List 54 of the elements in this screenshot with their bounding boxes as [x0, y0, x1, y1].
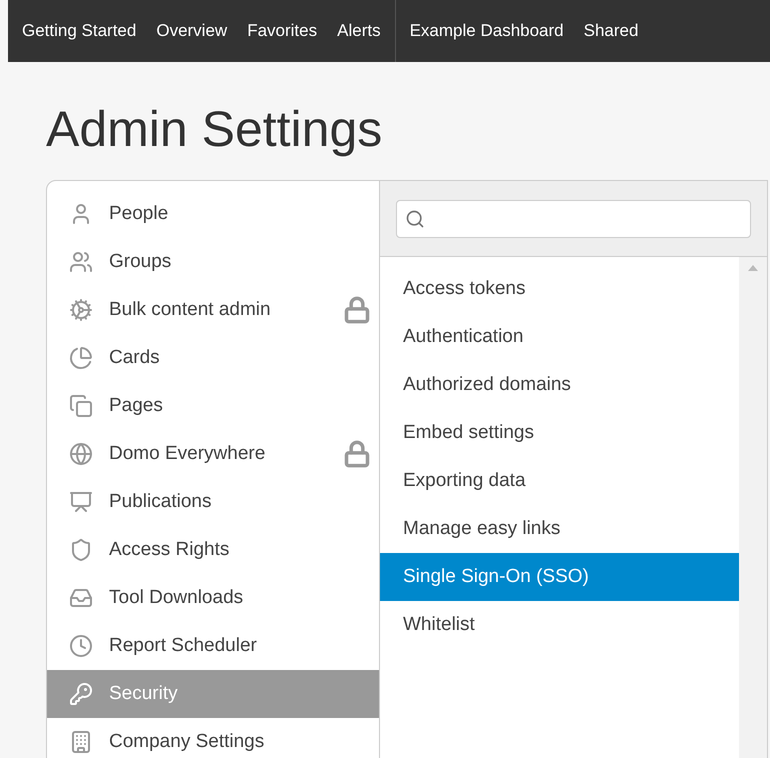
people-icon: [69, 250, 93, 274]
sidebar-item[interactable]: Pages: [47, 382, 379, 430]
nav-link[interactable]: Alerts: [333, 18, 385, 44]
lock-icon: [343, 296, 371, 324]
scroll-up-icon: [748, 265, 758, 271]
submenu-item[interactable]: Embed settings: [380, 409, 739, 457]
copy-icon: [69, 394, 93, 418]
submenu-item[interactable]: Single Sign-On (SSO): [380, 553, 739, 601]
sidebar-label: Company Settings: [109, 730, 266, 754]
sidebar-item[interactable]: Cards: [47, 334, 379, 382]
submenu-item[interactable]: Access tokens: [380, 265, 739, 313]
lock-icon: [343, 440, 371, 468]
key-icon: [69, 682, 93, 706]
sidebar-item[interactable]: Report Scheduler: [47, 622, 379, 670]
submenu-item[interactable]: Manage easy links: [380, 505, 739, 553]
search-field[interactable]: [396, 200, 751, 238]
sidebar-label: Bulk content admin: [109, 298, 272, 322]
sidebar-label: Cards: [109, 346, 161, 370]
sidebar-item[interactable]: Access Rights: [47, 526, 379, 574]
globe-icon: [69, 442, 93, 466]
clock-icon: [69, 634, 93, 658]
page-title: Admin Settings: [46, 100, 384, 159]
nav-link[interactable]: Getting Started: [18, 18, 140, 44]
sidebar-label: Tool Downloads: [109, 586, 244, 610]
sidebar-label: Publications: [109, 490, 212, 514]
submenu-item[interactable]: Exporting data: [380, 457, 739, 505]
sidebar-item[interactable]: Groups: [47, 238, 379, 286]
sidebar-label: Report Scheduler: [109, 634, 258, 658]
building-icon: [69, 730, 93, 754]
gear-icon: [69, 298, 93, 322]
sidebar-item[interactable]: Bulk content admin: [47, 286, 379, 334]
submenu-item[interactable]: Whitelist: [380, 601, 739, 649]
shield-icon: [69, 538, 93, 562]
easel-icon: [69, 490, 93, 514]
nav-link[interactable]: Overview: [152, 18, 232, 44]
sidebar-label: Access Rights: [109, 538, 230, 562]
search-icon: [405, 208, 425, 228]
nav-link[interactable]: Favorites: [243, 18, 322, 44]
sidebar-label: Pages: [109, 394, 164, 418]
nav-link[interactable]: Shared: [580, 18, 642, 44]
sidebar-label: Domo Everywhere: [109, 442, 266, 466]
nav-link[interactable]: Example Dashboard: [406, 18, 568, 44]
sidebar-item[interactable]: Company Settings: [47, 718, 379, 758]
submenu-item[interactable]: Authentication: [380, 313, 739, 361]
sidebar-label: Security: [109, 682, 179, 706]
sidebar-item[interactable]: Publications: [47, 478, 379, 526]
tray-icon: [69, 586, 93, 610]
sidebar-label: Groups: [109, 250, 172, 274]
sidebar-item[interactable]: Domo Everywhere: [47, 430, 379, 478]
pie-chart-icon: [69, 346, 93, 370]
sidebar-item[interactable]: Tool Downloads: [47, 574, 379, 622]
sidebar-label: People: [109, 202, 170, 226]
sidebar-item[interactable]: People: [47, 190, 379, 238]
submenu-item[interactable]: Authorized domains: [380, 361, 739, 409]
